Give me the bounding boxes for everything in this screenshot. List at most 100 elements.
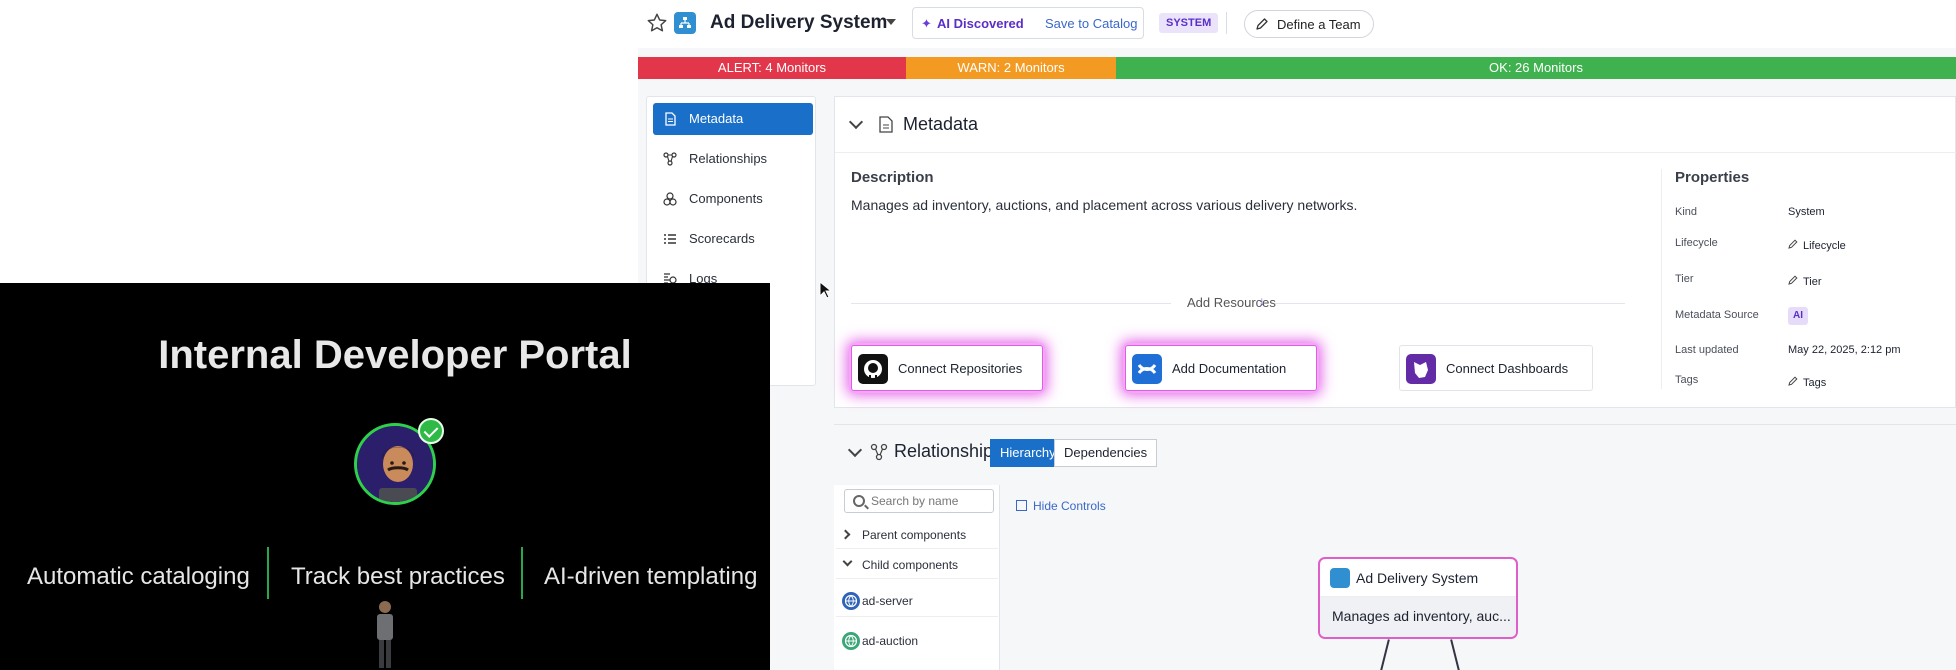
lifecycle-edit[interactable]: Lifecycle bbox=[1788, 239, 1846, 252]
feature-text: Automatic cataloging bbox=[27, 563, 250, 590]
ai-discovered-label: AI Discovered bbox=[937, 16, 1024, 31]
list-item[interactable]: ad-server bbox=[836, 585, 998, 617]
relationships-sidebar: Parent components Child components ad-se… bbox=[834, 485, 1000, 670]
sidebar-item-label: Metadata bbox=[689, 111, 744, 126]
define-team-button[interactable]: Define a Team bbox=[1244, 10, 1374, 38]
presentation-video: Internal Developer Portal Automatic cata… bbox=[0, 283, 770, 670]
mouse-cursor-icon bbox=[819, 281, 831, 299]
sidebar-item-scorecards[interactable]: Scorecards bbox=[653, 223, 813, 255]
resource-label: Connect Repositories bbox=[898, 361, 1023, 376]
sidebar-item-components[interactable]: Components bbox=[653, 183, 813, 215]
divider bbox=[851, 303, 1171, 304]
warn-monitors[interactable]: WARN: 2 Monitors bbox=[906, 57, 1116, 79]
star-icon[interactable] bbox=[646, 12, 668, 34]
parent-components-toggle[interactable]: Parent components bbox=[836, 521, 998, 549]
graph-edge bbox=[1450, 639, 1460, 670]
property-value: May 22, 2025, 2:12 pm bbox=[1788, 344, 1901, 356]
collapse-icon bbox=[1016, 500, 1027, 511]
define-team-label: Define a Team bbox=[1277, 17, 1361, 32]
document-icon bbox=[879, 116, 893, 133]
ok-monitors[interactable]: OK: 26 Monitors bbox=[1116, 57, 1956, 79]
graph-edge bbox=[1380, 639, 1390, 670]
list-icon bbox=[664, 234, 676, 244]
sidebar-item-label: Scorecards bbox=[689, 231, 755, 246]
chevron-down-icon[interactable] bbox=[886, 19, 896, 25]
search-input[interactable] bbox=[871, 493, 989, 509]
feature-text: AI-driven templating bbox=[544, 563, 758, 590]
components-icon bbox=[663, 192, 677, 206]
node-description: Manages ad inventory, auc... bbox=[1320, 597, 1516, 637]
hide-controls-button[interactable]: Hide Controls bbox=[1016, 499, 1106, 513]
resource-label: Connect Dashboards bbox=[1446, 361, 1569, 376]
metadata-source-badge: AI bbox=[1788, 307, 1808, 325]
alert-monitors[interactable]: ALERT: 4 Monitors bbox=[638, 57, 906, 79]
description-heading: Description bbox=[851, 169, 934, 186]
child-components-toggle[interactable]: Child components bbox=[836, 551, 998, 579]
chevron-down-icon[interactable] bbox=[847, 442, 863, 458]
search-icon bbox=[853, 495, 865, 507]
child-component-name: ad-auction bbox=[862, 634, 919, 648]
globe-icon bbox=[842, 632, 860, 650]
feature-text: Track best practices bbox=[291, 563, 505, 590]
tags-edit[interactable]: Tags bbox=[1788, 376, 1826, 389]
ai-discovered-box: ✦ AI Discovered Save to Catalog bbox=[912, 7, 1144, 39]
sidebar-item-label: Relationships bbox=[689, 151, 768, 166]
list-item[interactable]: ad-auction bbox=[836, 625, 998, 657]
arrow-down-icon[interactable]: ↓ bbox=[1259, 294, 1265, 308]
pencil-icon bbox=[1788, 275, 1798, 285]
globe-icon bbox=[842, 592, 860, 610]
divider bbox=[1661, 169, 1662, 389]
datadog-icon bbox=[1406, 354, 1436, 384]
property-value: System bbox=[1788, 206, 1825, 218]
monitor-status-bar: ALERT: 4 Monitors WARN: 2 Monitors OK: 2… bbox=[638, 57, 1956, 79]
tier-edit[interactable]: Tier bbox=[1788, 275, 1822, 288]
node-description-text: Manages ad inventory, auc... bbox=[1332, 608, 1511, 624]
document-icon bbox=[665, 112, 676, 126]
tab-dependencies[interactable]: Dependencies bbox=[1054, 439, 1158, 467]
service-catalog-app: Ad Delivery System ✦ AI Discovered Save … bbox=[638, 0, 1956, 670]
connect-repositories-button[interactable]: Connect Repositories bbox=[851, 345, 1043, 391]
divider bbox=[267, 547, 269, 599]
add-documentation-button[interactable]: Add Documentation bbox=[1125, 345, 1317, 391]
divider bbox=[1226, 12, 1227, 34]
property-key: Metadata Source bbox=[1675, 309, 1759, 321]
search-box bbox=[844, 489, 994, 513]
sidebar-item-relationships[interactable]: Relationships bbox=[653, 143, 813, 175]
pencil-icon bbox=[1788, 239, 1798, 249]
chevron-down-icon[interactable] bbox=[848, 114, 864, 130]
system-icon bbox=[674, 12, 696, 34]
system-icon bbox=[1330, 568, 1350, 588]
divider bbox=[1275, 303, 1625, 304]
property-key: Kind bbox=[1675, 206, 1698, 218]
property-key: Tags bbox=[1675, 374, 1699, 386]
property-value: Lifecycle bbox=[1803, 240, 1846, 252]
properties-heading: Properties bbox=[1675, 169, 1750, 186]
github-icon bbox=[858, 354, 888, 384]
child-component-name: ad-server bbox=[862, 594, 913, 608]
property-value: Tier bbox=[1803, 276, 1822, 288]
pencil-icon bbox=[1256, 18, 1268, 30]
sidebar-item-label: Components bbox=[689, 191, 763, 206]
graph-icon bbox=[870, 443, 888, 461]
property-key: Last updated bbox=[1675, 344, 1739, 356]
page-title: Ad Delivery System bbox=[710, 12, 888, 33]
sidebar-item-metadata[interactable]: Metadata bbox=[653, 103, 813, 135]
property-key: Lifecycle bbox=[1675, 237, 1718, 249]
hide-controls-label: Hide Controls bbox=[1033, 499, 1106, 513]
node-title: Ad Delivery System bbox=[1356, 570, 1479, 586]
slide-title: Internal Developer Portal bbox=[158, 333, 632, 377]
parent-components-label: Parent components bbox=[862, 528, 967, 542]
sparkle-icon: ✦ bbox=[921, 16, 932, 31]
chevron-down-icon bbox=[842, 556, 853, 567]
chevron-right-icon bbox=[840, 529, 851, 540]
graph-node[interactable]: Ad Delivery System Manages ad inventory,… bbox=[1318, 557, 1518, 639]
confluence-icon bbox=[1132, 354, 1162, 384]
property-key: Tier bbox=[1675, 273, 1694, 285]
entity-header: Ad Delivery System ✦ AI Discovered Save … bbox=[638, 0, 1956, 48]
speaker-figure bbox=[377, 601, 393, 668]
property-value: Tags bbox=[1803, 377, 1827, 389]
connect-dashboards-button[interactable]: Connect Dashboards bbox=[1399, 345, 1593, 391]
save-to-catalog-link[interactable]: Save to Catalog bbox=[1045, 16, 1138, 31]
type-badge: SYSTEM bbox=[1159, 13, 1219, 33]
metadata-header[interactable]: Metadata bbox=[835, 97, 1956, 153]
